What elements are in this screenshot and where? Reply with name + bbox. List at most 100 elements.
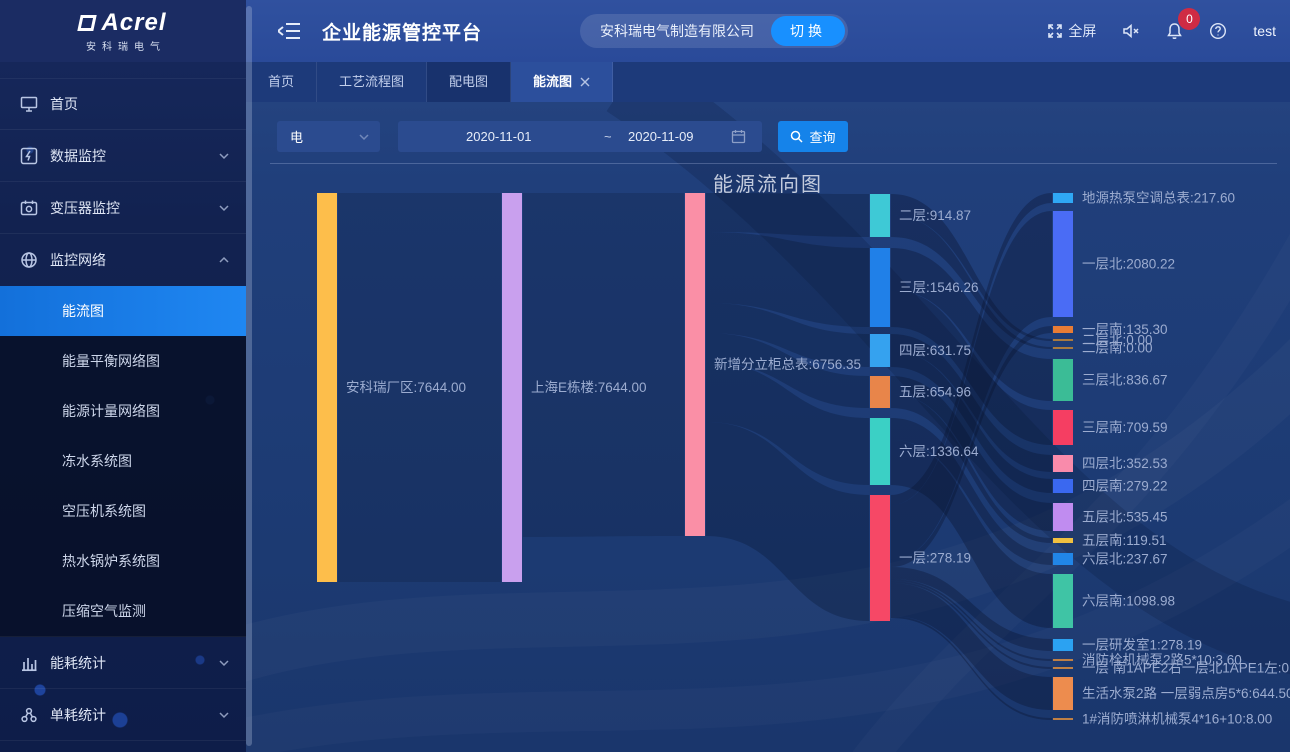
switch-company-button[interactable]: 切换 <box>771 16 845 46</box>
sankey-node-xfs[interactable] <box>1053 659 1073 661</box>
sankey-node-label-f2s: 二层南:0.00 <box>1082 341 1153 356</box>
sankey-node-fenligui[interactable] <box>685 193 705 536</box>
sankey-node-f5n[interactable] <box>1053 503 1073 531</box>
sankey-node-f2s[interactable] <box>1053 347 1073 349</box>
divider <box>270 163 1277 164</box>
sankey-node-f2[interactable] <box>870 194 890 237</box>
sidebar-item-energy-metering-network[interactable]: 能源计量网络图 <box>0 386 246 436</box>
notifications-button[interactable]: 0 <box>1166 22 1183 40</box>
tab-label: 能流图 <box>533 62 572 102</box>
acrel-logo-mark-icon <box>78 15 97 31</box>
sankey-node-label-f6s: 六层南:1098.98 <box>1082 594 1175 609</box>
sidebar-item-energy-balance-network[interactable]: 能量平衡网络图 <box>0 336 246 386</box>
sankey-node-shanghaiE[interactable] <box>502 193 522 582</box>
submenu-label: 冻水系统图 <box>62 453 132 469</box>
sankey-node-label-f4: 四层:631.75 <box>899 343 971 358</box>
sankey-node-label-f6: 六层:1336.64 <box>899 444 979 459</box>
logo-text: Acrel <box>101 9 166 37</box>
sidebar-item-home[interactable]: 首页 <box>0 78 246 130</box>
tab-power-distribution[interactable]: 配电图 <box>427 62 511 102</box>
sidebar-item-data-monitor[interactable]: 数据监控 <box>0 130 246 182</box>
tab-label: 工艺流程图 <box>339 62 404 102</box>
submenu-label: 热水锅炉系统图 <box>62 553 160 569</box>
transformer-icon <box>20 199 38 217</box>
sankey-node-ankerui[interactable] <box>317 193 337 582</box>
tab-process-flow[interactable]: 工艺流程图 <box>317 62 427 102</box>
energy-type-select[interactable]: 电 <box>277 121 380 152</box>
sankey-node-f4n[interactable] <box>1053 455 1073 472</box>
sankey-link-shanghaiE-fenligui <box>523 193 684 537</box>
sankey-node-f3s[interactable] <box>1053 410 1073 445</box>
help-button[interactable] <box>1209 22 1227 40</box>
sidebar-item-air-compressor-system[interactable]: 空压机系统图 <box>0 486 246 536</box>
tab-label: 配电图 <box>449 62 488 102</box>
sidebar-item-compressed-air-monitor[interactable]: 压缩空气监测 <box>0 586 246 636</box>
sankey-node-label-f6n: 六层北:237.67 <box>1082 552 1168 567</box>
collapse-sidebar-icon[interactable] <box>278 22 300 40</box>
company-name: 安科瑞电气制造有限公司 <box>600 21 771 41</box>
sankey-node-label-yfs1: 一层研发室1:278.19 <box>1082 637 1202 653</box>
date-start-value: 2020-11-01 <box>466 129 532 144</box>
sankey-node-ape[interactable] <box>1053 667 1073 669</box>
sankey-node-label-f1n: 一层北:2080.22 <box>1082 257 1175 272</box>
chart-title: 能源流向图 <box>246 168 1290 197</box>
sankey-node-f1n[interactable] <box>1053 211 1073 317</box>
header-actions: 全屏 0 test <box>1047 0 1276 62</box>
sidebar-scrollbar[interactable] <box>246 6 252 746</box>
sidebar-item-label: 监控网络 <box>50 250 218 270</box>
sankey-node-pl[interactable] <box>1053 718 1073 720</box>
sidebar-item-monitor-network[interactable]: 监控网络 <box>0 234 246 286</box>
sidebar-submenu-monitor-network: 能流图 能量平衡网络图 能源计量网络图 冻水系统图 空压机系统图 热水锅炉系统图… <box>0 286 246 637</box>
sidebar-item-energy-stats[interactable]: 能耗统计 <box>0 637 246 689</box>
sankey-node-f3n[interactable] <box>1053 359 1073 401</box>
fullscreen-button[interactable]: 全屏 <box>1047 21 1096 41</box>
app-root: Acrel 安科瑞电气 首页 数据监控 变压器监控 监控网络 <box>0 0 1290 752</box>
search-button[interactable]: 查询 <box>778 121 848 152</box>
tab-home[interactable]: 首页 <box>246 62 317 102</box>
bar-chart-icon <box>20 654 38 672</box>
tab-label: 首页 <box>268 62 294 102</box>
date-range-picker[interactable]: 2020-11-01 ~ 2020-11-09 <box>398 121 762 152</box>
sankey-node-yfs1[interactable] <box>1053 639 1073 651</box>
sankey-node-f4[interactable] <box>870 334 890 367</box>
sankey-node-f1[interactable] <box>870 495 890 621</box>
sankey-node-f4s[interactable] <box>1053 479 1073 493</box>
sankey-node-label-f4s: 四层南:279.22 <box>1082 479 1168 494</box>
username[interactable]: test <box>1253 23 1276 39</box>
sidebar-item-hot-water-boiler-system[interactable]: 热水锅炉系统图 <box>0 536 246 586</box>
chevron-down-icon <box>358 131 370 143</box>
tab-energy-flow[interactable]: 能流图 <box>511 62 613 102</box>
sankey-node-label-f3: 三层:1546.26 <box>899 280 979 295</box>
sankey-node-label-pl: 1#消防喷淋机械泵4*16+10:8.00 <box>1082 712 1272 727</box>
close-tab-icon[interactable] <box>580 77 590 87</box>
submenu-label: 能源计量网络图 <box>62 403 160 419</box>
company-selector: 安科瑞电气制造有限公司 切换 <box>580 14 848 48</box>
sidebar-item-chilled-water-system[interactable]: 冻水系统图 <box>0 436 246 486</box>
sidebar-item-label: 能耗统计 <box>50 653 218 673</box>
sankey-node-f6[interactable] <box>870 418 890 485</box>
date-range-separator: ~ <box>604 129 612 144</box>
sankey-node-label-f3n: 三层北:836.67 <box>1082 373 1168 388</box>
submenu-label: 能流图 <box>62 303 104 319</box>
sankey-node-f5[interactable] <box>870 376 890 408</box>
sankey-node-label-ankerui: 安科瑞厂区:7644.00 <box>346 380 466 395</box>
sankey-node-f2n[interactable] <box>1053 339 1073 341</box>
mute-button[interactable] <box>1122 23 1140 39</box>
home-monitor-icon <box>20 95 38 113</box>
sankey-node-f5s[interactable] <box>1053 538 1073 543</box>
sankey-node-f6n[interactable] <box>1053 553 1073 565</box>
sidebar-item-label: 数据监控 <box>50 146 218 166</box>
sankey-node-f1s[interactable] <box>1053 326 1073 333</box>
sankey-node-f6s[interactable] <box>1053 574 1073 628</box>
sidebar-item-transformer-monitor[interactable]: 变压器监控 <box>0 182 246 234</box>
sankey-node-label-f2: 二层:914.87 <box>899 208 971 223</box>
sankey-node-label-f5s: 五层南:119.51 <box>1082 533 1167 548</box>
submenu-label: 压缩空气监测 <box>62 603 146 619</box>
sankey-node-f3[interactable] <box>870 248 890 327</box>
sidebar-menu: 首页 数据监控 变压器监控 监控网络 能流图 能量平衡网络图 能源计量网络图 <box>0 62 246 741</box>
sankey-node-shsb[interactable] <box>1053 677 1073 710</box>
sidebar-item-energy-flow[interactable]: 能流图 <box>0 286 246 336</box>
sidebar-item-unit-consumption-stats[interactable]: 单耗统计 <box>0 689 246 741</box>
sankey-node-label-f5n: 五层北:535.45 <box>1082 510 1168 525</box>
help-icon <box>1209 22 1227 40</box>
